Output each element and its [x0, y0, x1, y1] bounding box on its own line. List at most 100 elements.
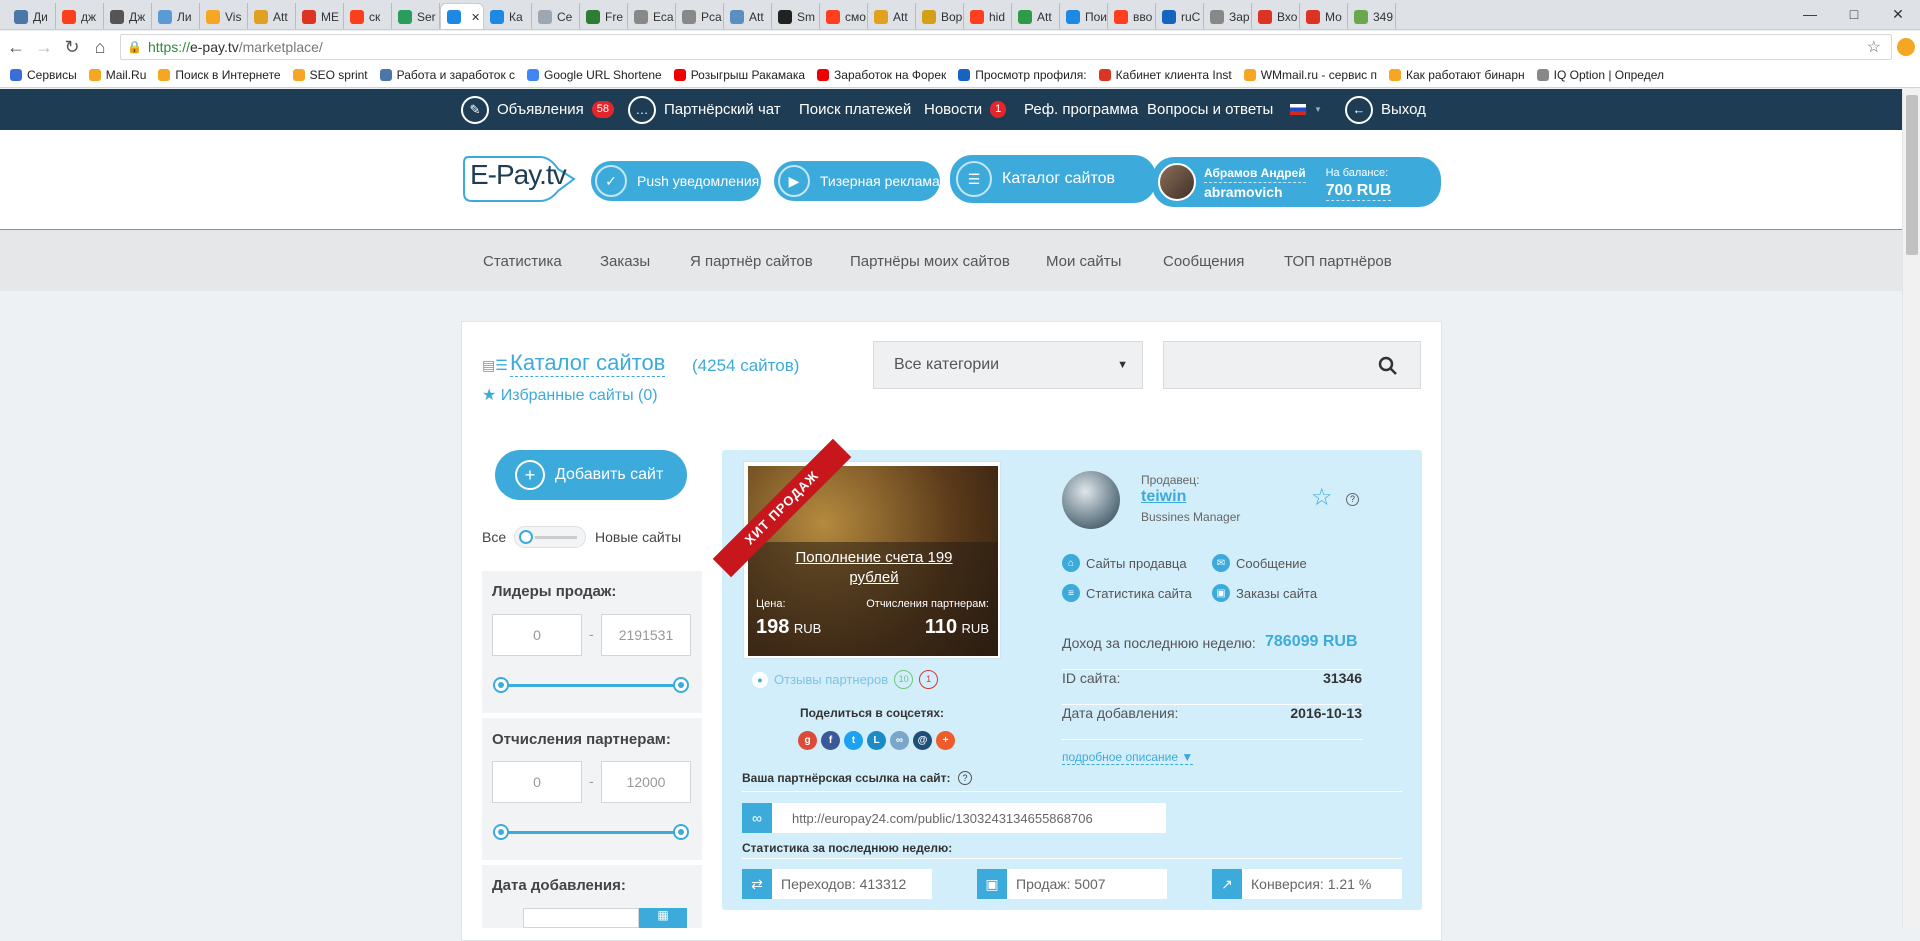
bookmark-item[interactable]: IQ Option | Определ — [1536, 68, 1664, 82]
bookmark-item[interactable]: Кабинет клиента Inst — [1098, 68, 1232, 82]
browser-tab[interactable]: Вор — [916, 3, 964, 29]
site-catalog-button[interactable]: ☰ Каталог сайтов — [950, 155, 1156, 203]
browser-tab[interactable]: ск — [344, 3, 392, 29]
nav-faq[interactable]: Вопросы и ответы — [1147, 89, 1273, 130]
subnav-my-partners[interactable]: Партнёры моих сайтов — [850, 230, 1010, 292]
browser-tab[interactable]: Fre — [580, 3, 628, 29]
tab-close-icon[interactable]: ✕ — [471, 11, 480, 24]
browser-tab[interactable]: Att — [724, 3, 772, 29]
back-icon[interactable]: ← — [2, 33, 30, 61]
scrollbar-thumb[interactable] — [1906, 95, 1918, 255]
category-select[interactable]: Все категории ▼ — [873, 341, 1143, 389]
more-share-icon[interactable]: + — [936, 731, 955, 750]
seller-name-link[interactable]: teiwin — [1141, 488, 1186, 506]
browser-tab[interactable]: Ди — [8, 3, 56, 29]
browser-tab[interactable]: Се — [532, 3, 580, 29]
browser-tab[interactable]: Зар — [1204, 3, 1252, 29]
partner-link-value[interactable]: http://europay24.com/public/130324313465… — [772, 803, 1166, 833]
browser-tab[interactable]: МЕ — [296, 3, 344, 29]
bookmark-item[interactable]: Работа и заработок с — [379, 68, 515, 82]
detailed-description-link[interactable]: подробное описание ▼ — [1062, 750, 1194, 765]
partners-slider[interactable] — [493, 824, 689, 840]
nav-logout[interactable]: ← Выход — [1345, 89, 1426, 130]
subnav-statistics[interactable]: Статистика — [483, 230, 562, 292]
bookmark-item[interactable]: Как работают бинарн — [1388, 68, 1525, 82]
search-icon[interactable] — [1378, 356, 1398, 376]
browser-tab[interactable]: hid — [964, 3, 1012, 29]
slider-min-handle[interactable] — [493, 824, 509, 840]
google-plus-icon[interactable]: g — [798, 731, 817, 750]
site-stats-link[interactable]: ≡ Статистика сайта — [1062, 584, 1192, 602]
bookmark-item[interactable]: Заработок на Форек — [817, 68, 946, 82]
bookmark-item[interactable]: Google URL Shortene — [527, 68, 662, 82]
search-input[interactable] — [1163, 341, 1421, 389]
leaders-slider[interactable] — [493, 677, 689, 693]
leaders-min-input[interactable]: 0 — [492, 614, 582, 656]
close-icon[interactable]: ✕ — [1876, 0, 1920, 28]
catalog-title[interactable]: Каталог сайтов — [510, 350, 666, 377]
home-icon[interactable]: ⌂ — [86, 33, 114, 61]
facebook-icon[interactable]: f — [821, 731, 840, 750]
slider-min-handle[interactable] — [493, 677, 509, 693]
subnav-top-partners[interactable]: ТОП партнёров — [1284, 230, 1392, 292]
bookmark-item[interactable]: Поиск в Интернете — [158, 68, 281, 82]
browser-tab[interactable]: дж — [56, 3, 104, 29]
browser-tab[interactable]: Att — [1012, 3, 1060, 29]
favorites-link[interactable]: ★ Избранные сайты (0) — [482, 385, 658, 405]
subnav-orders[interactable]: Заказы — [600, 230, 650, 292]
browser-tab[interactable]: Att — [868, 3, 916, 29]
nav-ads[interactable]: ✎ Объявления 58 — [461, 89, 615, 130]
message-link[interactable]: ✉ Сообщение — [1212, 554, 1307, 572]
help-icon[interactable]: ? — [1346, 493, 1359, 506]
extension-icon[interactable] — [1897, 38, 1915, 56]
browser-tab[interactable]: Sm — [772, 3, 820, 29]
browser-tab[interactable]: вво — [1108, 3, 1156, 29]
browser-tab[interactable]: Vis — [200, 3, 248, 29]
push-notifications-button[interactable]: ✓ Push уведомления — [591, 161, 761, 201]
partner-link-field[interactable]: ∞ http://europay24.com/public/1303243134… — [742, 803, 1166, 833]
calendar-icon[interactable]: ▦ — [639, 908, 687, 928]
bookmark-item[interactable]: Сервисы — [10, 68, 77, 82]
browser-tab[interactable]: Ser — [392, 3, 440, 29]
browser-tab[interactable]: Рса — [676, 3, 724, 29]
browser-tab[interactable]: Ка — [484, 3, 532, 29]
browser-tab[interactable]: Еса — [628, 3, 676, 29]
mail-icon[interactable]: @ — [913, 731, 932, 750]
minimize-icon[interactable]: — — [1788, 0, 1832, 28]
favorite-star-icon[interactable]: ☆ — [1311, 486, 1333, 510]
bookmark-item[interactable]: Розыгрыш Ракамака — [673, 68, 805, 82]
nav-ref[interactable]: Реф. программа — [1024, 89, 1138, 130]
slider-max-handle[interactable] — [673, 824, 689, 840]
site-orders-link[interactable]: ▣ Заказы сайта — [1212, 584, 1317, 602]
clip-icon[interactable]: ∞ — [890, 731, 909, 750]
language-selector[interactable]: ▼ — [1290, 89, 1322, 130]
bookmark-star-icon[interactable]: ☆ — [1867, 37, 1881, 57]
slider-max-handle[interactable] — [673, 677, 689, 693]
product-title-link[interactable]: Пополнение счета 199 рублей — [774, 548, 974, 588]
nav-payments[interactable]: Поиск платежей — [799, 89, 911, 130]
twitter-icon[interactable]: t — [844, 731, 863, 750]
browser-tab[interactable]: Мо — [1300, 3, 1348, 29]
browser-tab[interactable]: ruC — [1156, 3, 1204, 29]
bookmark-item[interactable]: WMmail.ru - сервис п — [1243, 68, 1377, 82]
bookmark-item[interactable]: Mail.Ru — [88, 68, 146, 82]
reload-icon[interactable]: ↻ — [58, 33, 86, 61]
leaders-max-input[interactable]: 2191531 — [601, 614, 691, 656]
teaser-ads-button[interactable]: ▶ Тизерная реклама — [774, 161, 940, 201]
browser-tab[interactable]: Вхо — [1252, 3, 1300, 29]
browser-tab[interactable]: ✕ — [440, 3, 484, 29]
browser-tab[interactable]: Ли — [152, 3, 200, 29]
browser-tab[interactable]: Дж — [104, 3, 152, 29]
page-scrollbar[interactable] — [1902, 89, 1920, 928]
browser-tab[interactable]: 349 — [1348, 3, 1396, 29]
partner-reviews[interactable]: ● Отзывы партнеров 10 1 — [752, 670, 939, 689]
partners-min-input[interactable]: 0 — [492, 761, 582, 803]
partners-max-input[interactable]: 12000 — [601, 761, 691, 803]
forward-icon[interactable]: → — [30, 33, 58, 61]
nav-news[interactable]: Новости 1 — [924, 89, 1007, 130]
help-icon[interactable]: ? — [958, 771, 972, 785]
site-logo[interactable]: E-Pay.tv — [462, 151, 578, 205]
seller-sites-link[interactable]: ⌂ Сайты продавца — [1062, 554, 1187, 572]
new-sites-toggle[interactable] — [514, 526, 586, 548]
nav-chat[interactable]: … Партнёрский чат — [628, 89, 781, 130]
